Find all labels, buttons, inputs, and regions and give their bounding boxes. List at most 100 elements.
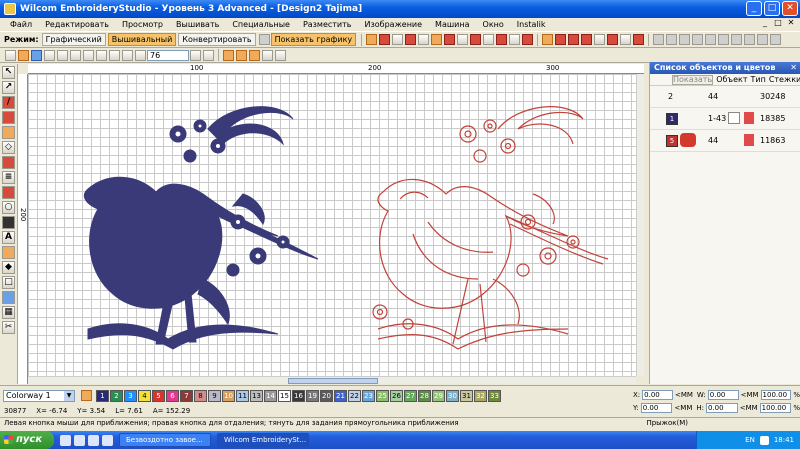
h-field[interactable]: 0.00 <box>706 402 738 413</box>
stitch-type-icon[interactable] <box>366 34 378 45</box>
start-button[interactable]: пуск <box>0 431 54 449</box>
color-chip[interactable]: 8 <box>194 390 207 402</box>
fill-tool-icon[interactable]: ◇ <box>2 141 15 154</box>
design-canvas[interactable]: 100 200 300 200 <box>18 64 644 384</box>
minimize-button[interactable]: _ <box>746 1 762 16</box>
palette-icon[interactable] <box>81 390 92 401</box>
color-chip[interactable]: 21 <box>334 390 347 402</box>
reshape-node-icon[interactable]: ↗ <box>2 81 15 94</box>
monogram-tool-icon[interactable] <box>2 246 15 259</box>
undo-icon[interactable] <box>96 49 107 61</box>
lettering-icon[interactable] <box>431 34 443 45</box>
text-tool-icon[interactable]: A <box>2 231 15 244</box>
color-chip[interactable]: 30 <box>446 390 459 402</box>
colorway-select[interactable]: Colorway 1 ▼ <box>3 390 75 402</box>
color-chip[interactable]: 23 <box>362 390 375 402</box>
pattern-tool-icon[interactable]: ▦ <box>2 306 15 319</box>
ungroup-icon[interactable] <box>679 34 691 45</box>
rectangle-tool-icon[interactable]: □ <box>2 276 15 289</box>
w-field[interactable]: 0.00 <box>707 389 739 400</box>
group-icon[interactable] <box>666 34 678 45</box>
run-icon[interactable] <box>392 34 404 45</box>
yandex-icon[interactable] <box>102 434 113 446</box>
color-chip[interactable]: 4 <box>138 390 151 402</box>
color-chip[interactable]: 15 <box>278 390 291 402</box>
color-chip[interactable]: 10 <box>222 390 235 402</box>
pencil-icon[interactable] <box>262 49 273 61</box>
menu-view[interactable]: Просмотр <box>122 20 163 29</box>
color-chip[interactable]: 33 <box>488 390 501 402</box>
blue-pheasant-design[interactable] <box>83 106 319 350</box>
appliqué-icon[interactable] <box>444 34 456 45</box>
applique-tool-icon[interactable] <box>2 186 15 199</box>
branch-tool-icon[interactable]: ≡ <box>2 171 15 184</box>
panel-row[interactable]: 5 44 11863 <box>650 130 800 152</box>
cut-icon[interactable] <box>57 49 68 61</box>
complex-fill-icon[interactable] <box>581 34 593 45</box>
print-icon[interactable] <box>44 49 55 61</box>
language-indicator[interactable]: EN <box>745 436 755 444</box>
column-b-icon[interactable] <box>568 34 580 45</box>
color-chip[interactable]: 11 <box>236 390 249 402</box>
fill-icon[interactable] <box>418 34 430 45</box>
tray-icon[interactable] <box>759 435 769 445</box>
save-icon[interactable] <box>31 49 42 61</box>
graphic-mode-button[interactable]: Графический <box>41 33 106 46</box>
panel-row[interactable]: 2 44 30248 <box>650 86 800 108</box>
red-pheasant-design[interactable] <box>372 106 609 350</box>
menu-edit[interactable]: Редактировать <box>45 20 109 29</box>
w-percent-field[interactable]: 100.00 <box>760 389 792 400</box>
panel-close-icon[interactable]: ✕ <box>790 62 797 74</box>
tatami-icon[interactable] <box>405 34 417 45</box>
menu-window[interactable]: Окно <box>483 20 504 29</box>
color-chip[interactable]: 32 <box>474 390 487 402</box>
color-chip[interactable]: 26 <box>390 390 403 402</box>
color-chip[interactable]: 22 <box>348 390 361 402</box>
embroidery-mode-button[interactable]: Вышивальный <box>107 33 177 46</box>
maximize-button[interactable]: □ <box>764 1 780 16</box>
menu-special[interactable]: Специальные <box>232 20 290 29</box>
diamond-tool-icon[interactable]: ◆ <box>2 261 15 274</box>
globe-icon[interactable] <box>258 34 270 45</box>
convert-mode-button[interactable]: Конвертировать <box>178 33 256 46</box>
motif-icon[interactable] <box>483 34 495 45</box>
desktop-icon[interactable] <box>74 434 85 446</box>
close-button[interactable]: ✕ <box>782 1 798 16</box>
new-file-icon[interactable] <box>5 49 16 61</box>
scale-icon[interactable] <box>731 34 743 45</box>
open-file-icon[interactable] <box>18 49 29 61</box>
color-chip[interactable]: 7 <box>180 390 193 402</box>
reshape-icon[interactable] <box>620 34 632 45</box>
color-chip[interactable]: 16 <box>292 390 305 402</box>
array-icon[interactable] <box>744 34 756 45</box>
copy-icon[interactable] <box>70 49 81 61</box>
lettering-tool-icon[interactable] <box>2 216 15 229</box>
column-a-icon[interactable] <box>555 34 567 45</box>
centre-icon[interactable] <box>770 34 782 45</box>
zoom-field[interactable]: 76 <box>147 49 189 61</box>
zoom-out-icon[interactable] <box>135 49 146 61</box>
color-chip[interactable]: 19 <box>306 390 319 402</box>
distribute-icon[interactable] <box>757 34 769 45</box>
menu-instalik[interactable]: Instalik <box>517 20 546 29</box>
zoom-in-icon[interactable] <box>122 49 133 61</box>
outline-icon[interactable] <box>542 34 554 45</box>
panel-row[interactable]: 1 1-43 18385 <box>650 108 800 130</box>
menu-machine[interactable]: Машина <box>435 20 469 29</box>
color-chip[interactable]: 29 <box>432 390 445 402</box>
doc-close-button[interactable]: ✕ <box>786 18 796 28</box>
color-chip[interactable]: 25 <box>376 390 389 402</box>
complex-tool-icon[interactable] <box>2 156 15 169</box>
color-chip[interactable]: 27 <box>404 390 417 402</box>
vertical-scrollbar[interactable] <box>636 74 644 376</box>
color-chip[interactable]: 31 <box>460 390 473 402</box>
manual-stitch-icon[interactable] <box>594 34 606 45</box>
underlay-icon[interactable] <box>457 34 469 45</box>
grid-area[interactable] <box>28 74 636 376</box>
lock-icon[interactable] <box>692 34 704 45</box>
doc-minimize-button[interactable]: _ <box>760 18 770 28</box>
media-icon[interactable] <box>88 434 99 446</box>
column-tool-icon[interactable] <box>2 126 15 139</box>
measure-tool-icon[interactable] <box>2 291 15 304</box>
color-chip[interactable]: 14 <box>264 390 277 402</box>
